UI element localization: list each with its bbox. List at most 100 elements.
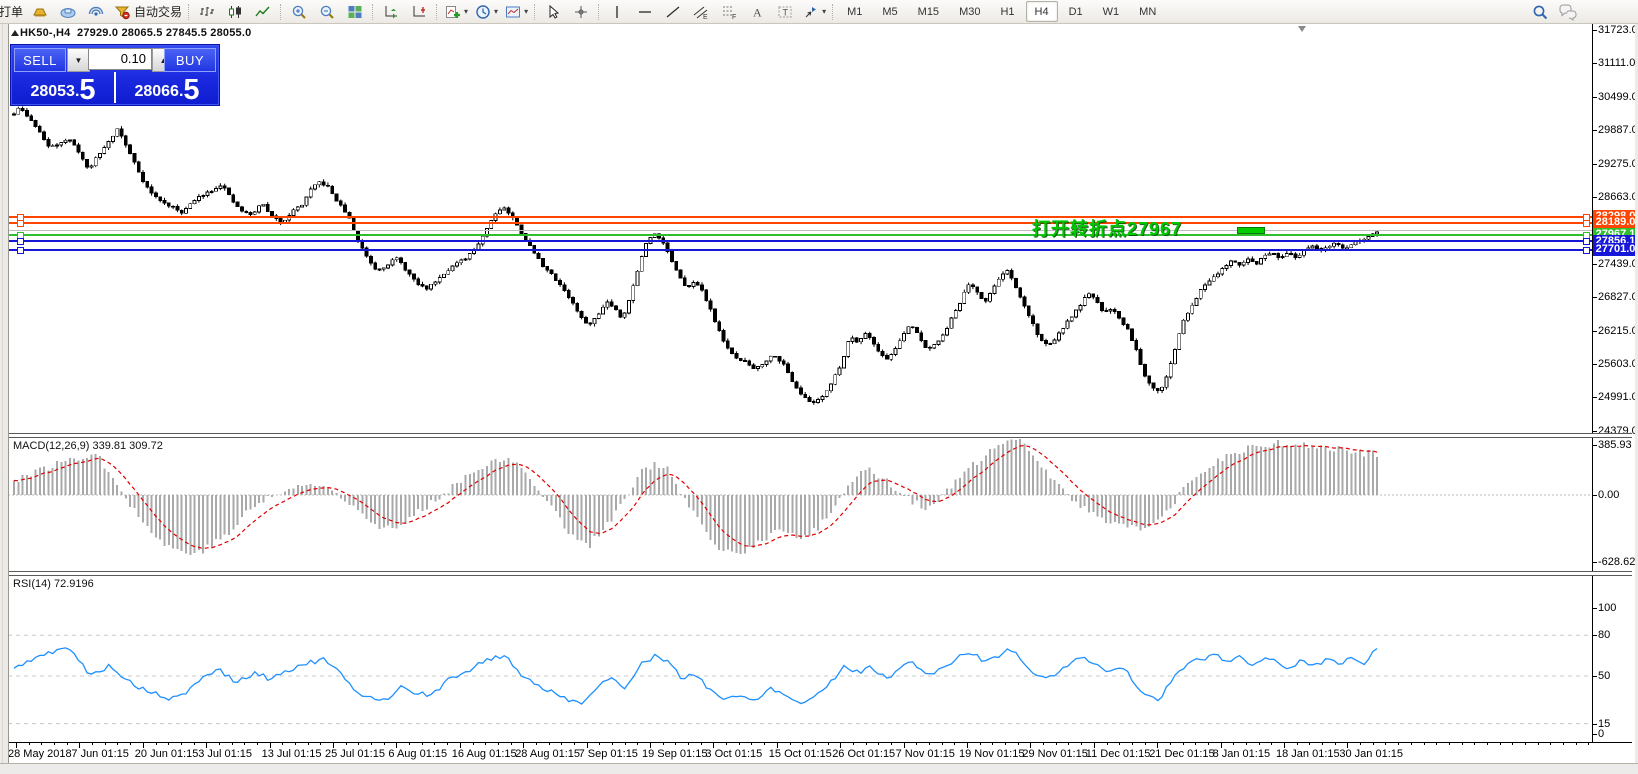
- hline-object[interactable]: [8, 222, 1592, 224]
- buy-button[interactable]: BUY: [164, 48, 216, 72]
- chart-shift-button[interactable]: [406, 2, 432, 22]
- collapse-panel-icon[interactable]: [11, 30, 19, 36]
- volume-input[interactable]: 0.10: [88, 48, 152, 70]
- timeframe-m30[interactable]: M30: [950, 1, 989, 22]
- horizontal-line-button[interactable]: [632, 2, 658, 22]
- price-tick-label: 31111.0: [1598, 57, 1635, 69]
- line-handle[interactable]: [17, 247, 24, 254]
- rsi-level-label: 0: [1598, 728, 1604, 740]
- date-minor-tick: [1005, 743, 1006, 745]
- hline-object[interactable]: [8, 249, 1592, 251]
- date-minor-tick: [156, 743, 157, 745]
- date-minor-tick: [675, 743, 676, 745]
- macd-pane: [8, 437, 1592, 570]
- hline-object[interactable]: [8, 240, 1592, 242]
- signals-button[interactable]: [83, 2, 109, 22]
- periods-button[interactable]: ▾: [472, 2, 500, 22]
- arrows-button[interactable]: ▾: [800, 2, 828, 22]
- auto-scroll-button[interactable]: [378, 2, 404, 22]
- date-minor-tick: [1538, 743, 1539, 745]
- search-button[interactable]: [1527, 2, 1553, 22]
- date-minor-tick: [29, 743, 30, 745]
- date-minor-tick: [473, 743, 474, 745]
- zoom-out-button[interactable]: [314, 2, 340, 22]
- bar-chart-button[interactable]: [194, 2, 220, 22]
- date-minor-tick: [257, 743, 258, 745]
- date-label: 25 Jul 01:15: [325, 748, 385, 760]
- date-label: 30 Jan 01:15: [1339, 748, 1403, 760]
- timeframe-m1[interactable]: M1: [838, 1, 871, 22]
- price-tick-label: 29275.0: [1598, 158, 1638, 170]
- date-minor-tick: [105, 743, 106, 745]
- chart-shift-marker[interactable]: [1298, 26, 1306, 32]
- indicators-button[interactable]: ▾: [442, 2, 470, 22]
- date-minor-tick: [346, 743, 347, 745]
- pane-splitter[interactable]: [8, 433, 1632, 438]
- date-minor-tick: [447, 743, 448, 745]
- line-handle[interactable]: [17, 220, 24, 227]
- rsi-level-label: 80: [1598, 629, 1610, 641]
- chart-symbol-period: HK50-,H4: [20, 27, 71, 39]
- timeframe-mn[interactable]: MN: [1130, 1, 1165, 22]
- fibonacci-button[interactable]: F: [716, 2, 742, 22]
- buy-price[interactable]: 28066.5: [117, 71, 217, 105]
- tile-windows-button[interactable]: [342, 2, 368, 22]
- timeframe-h1[interactable]: H1: [991, 1, 1023, 22]
- indicators-icon: [444, 3, 462, 21]
- cloud-upload-button[interactable]: [55, 2, 81, 22]
- chat-icon: [1558, 3, 1578, 21]
- text-button[interactable]: A: [744, 2, 770, 22]
- templates-button[interactable]: ▾: [502, 2, 530, 22]
- line-handle[interactable]: [17, 238, 24, 245]
- sell-button[interactable]: SELL: [14, 48, 66, 72]
- hline-object[interactable]: [8, 230, 1592, 231]
- vertical-line-icon: [608, 3, 626, 21]
- date-minor-tick: [92, 743, 93, 745]
- date-minor-tick: [1322, 743, 1323, 745]
- timeframe-w1[interactable]: W1: [1094, 1, 1129, 22]
- zoom-in-icon: [290, 3, 308, 21]
- date-minor-tick: [764, 743, 765, 745]
- timeframe-m15[interactable]: M15: [909, 1, 948, 22]
- date-minor-tick: [409, 743, 410, 745]
- date-label: 28 Aug 01:15: [515, 748, 580, 760]
- date-minor-tick: [511, 743, 512, 745]
- autotrade-button[interactable]: 自动交易: [111, 2, 184, 22]
- gold-ingot-button[interactable]: [27, 2, 53, 22]
- timeframe-d1[interactable]: D1: [1060, 1, 1092, 22]
- price-tick-label: 26215.0: [1598, 325, 1638, 337]
- date-minor-tick: [1550, 743, 1551, 745]
- date-minor-tick: [663, 743, 664, 745]
- date-label: 7 Sep 01:15: [579, 748, 638, 760]
- equidistant-channel-button[interactable]: E: [688, 2, 714, 22]
- chat-button[interactable]: [1555, 2, 1581, 22]
- date-label: 3 Jul 01:15: [198, 748, 252, 760]
- volume-decrease-button[interactable]: ▼: [67, 48, 90, 72]
- price-tick-label: 30499.0: [1598, 91, 1638, 103]
- crosshair-button[interactable]: [568, 2, 594, 22]
- date-minor-tick: [866, 743, 867, 745]
- timeframe-m5[interactable]: M5: [873, 1, 906, 22]
- line-handle[interactable]: [1583, 247, 1590, 254]
- date-axis: 28 May 20187 Jun 01:1520 Jun 01:153 Jul …: [8, 743, 1592, 763]
- line-handle[interactable]: [1583, 238, 1590, 245]
- green-segment-annotation[interactable]: [1237, 227, 1265, 234]
- new-order-button[interactable]: 打单: [0, 2, 25, 22]
- pane-splitter[interactable]: [8, 571, 1632, 576]
- pivot-annotation-text[interactable]: 打开转折点27967: [1032, 215, 1182, 241]
- sell-price[interactable]: 28053.5: [13, 71, 113, 105]
- hline-object[interactable]: [8, 216, 1592, 218]
- line-chart-button[interactable]: [250, 2, 276, 22]
- candlestick-button[interactable]: [222, 2, 248, 22]
- zoom-in-button[interactable]: [286, 2, 312, 22]
- trendline-button[interactable]: [660, 2, 686, 22]
- svg-text:T: T: [783, 7, 789, 17]
- cursor-button[interactable]: [540, 2, 566, 22]
- line-handle[interactable]: [1583, 220, 1590, 227]
- vertical-line-button[interactable]: [604, 2, 630, 22]
- autotrade-icon: [113, 3, 131, 21]
- rsi-label: RSI(14) 72.9196: [13, 578, 94, 590]
- timeframe-h4[interactable]: H4: [1026, 1, 1058, 22]
- label-button[interactable]: T: [772, 2, 798, 22]
- hline-object[interactable]: [8, 234, 1592, 236]
